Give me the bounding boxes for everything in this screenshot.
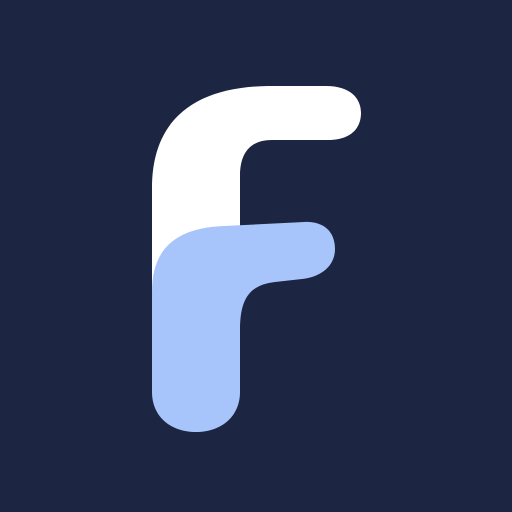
- letter-f-logo-icon: [0, 0, 512, 512]
- app-icon-canvas: [0, 0, 512, 512]
